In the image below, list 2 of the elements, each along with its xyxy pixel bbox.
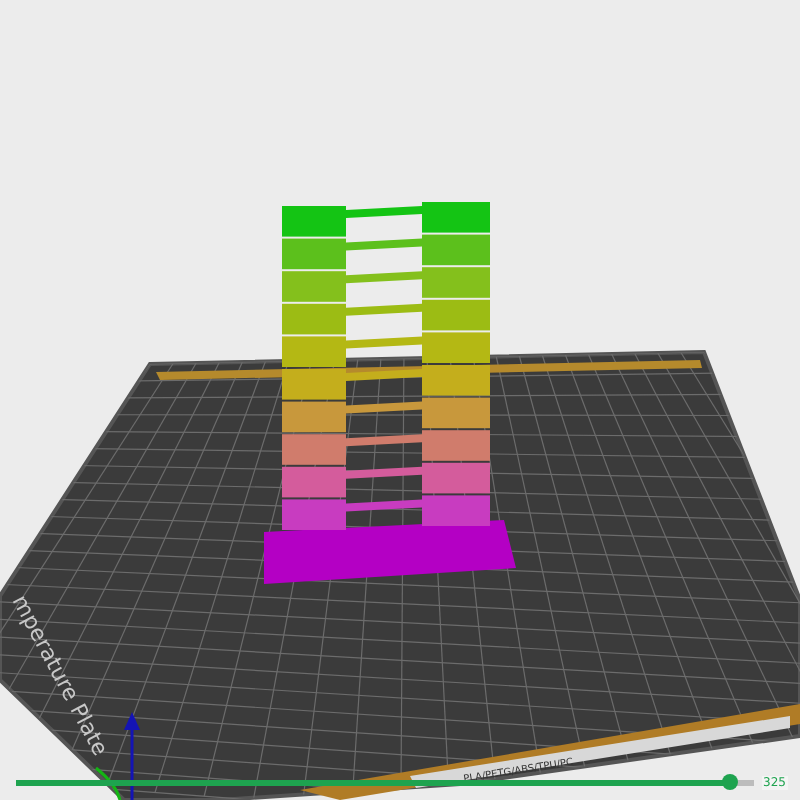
slider-handle[interactable] — [722, 773, 739, 789]
layer-slider[interactable] — [16, 779, 754, 785]
